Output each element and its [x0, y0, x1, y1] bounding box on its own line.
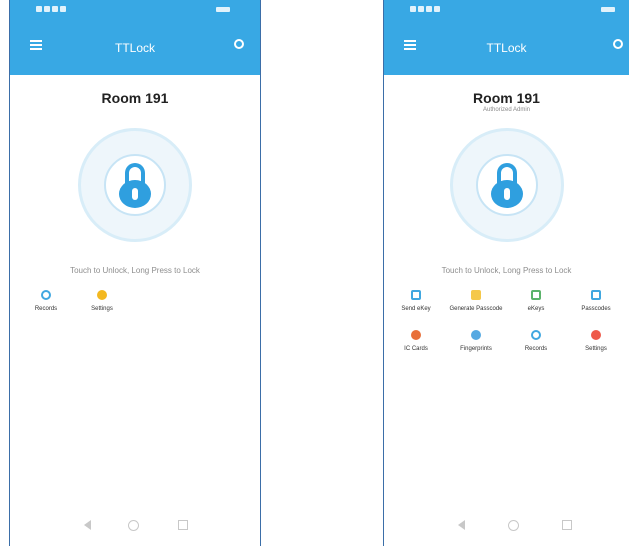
generate-passcode-button[interactable]: Generate Passcode [446, 290, 506, 330]
settings-icon [591, 330, 601, 340]
battery-icon [216, 7, 230, 12]
fingerprints-button[interactable]: Fingerprints [446, 330, 506, 370]
fingerprints-label: Fingerprints [460, 346, 492, 352]
back-icon[interactable] [84, 520, 91, 530]
passcodes-icon [591, 290, 601, 300]
gear-icon[interactable] [234, 39, 244, 49]
passcodes-button[interactable]: Passcodes [566, 290, 626, 330]
battery-icon [601, 7, 615, 12]
passcodes-label: Passcodes [581, 306, 611, 312]
keyhole-icon [132, 188, 138, 200]
ic-cards-button[interactable]: IC Cards [386, 330, 446, 370]
send-ekey-label: Send eKey [401, 306, 431, 312]
app-bar: TTLock [384, 0, 629, 75]
send-ekey-icon [411, 290, 421, 300]
lock-circle [475, 154, 538, 216]
app-title: TTLock [114, 41, 155, 55]
recent-apps-icon[interactable] [178, 520, 188, 530]
role-subtitle: Authorized Admin [482, 107, 531, 113]
phone-screen-basic: TTLock Room 191 Touch to Unlock, Long Pr… [9, 0, 261, 546]
room-title: Room 191 [101, 90, 169, 106]
unlock-hint: Touch to Unlock, Long Press to Lock [441, 266, 572, 275]
unlock-hint: Touch to Unlock, Long Press to Lock [70, 266, 200, 275]
records-icon [531, 330, 541, 340]
system-nav-bar [10, 518, 260, 538]
settings-button[interactable]: Settings [566, 330, 626, 370]
records-label: Records [34, 306, 58, 312]
settings-button[interactable]: Settings [74, 290, 130, 330]
action-grid: Records Settings [18, 290, 138, 330]
settings-icon [97, 290, 107, 300]
app-bar: TTLock [10, 0, 260, 75]
gear-icon[interactable] [613, 39, 623, 49]
records-icon [41, 290, 51, 300]
settings-label: Settings [585, 346, 607, 352]
action-grid: Send eKey Generate Passcode eKeys Passco… [386, 290, 629, 370]
ekeys-button[interactable]: eKeys [506, 290, 566, 330]
ic-cards-icon [411, 330, 421, 340]
phone-screen-admin: TTLock Room 191 Authorized Admin Touch t… [383, 0, 629, 546]
unlock-button[interactable] [449, 128, 564, 242]
home-icon[interactable] [128, 520, 139, 531]
keyhole-icon [503, 188, 510, 200]
ekeys-label: eKeys [527, 306, 545, 312]
room-title: Room 191 [473, 90, 540, 106]
send-ekey-button[interactable]: Send eKey [386, 290, 446, 330]
generate-passcode-label: Generate Passcode [449, 306, 503, 312]
recent-apps-icon[interactable] [562, 520, 572, 530]
status-icons [410, 6, 440, 12]
back-icon[interactable] [458, 520, 465, 530]
records-button[interactable]: Records [18, 290, 74, 330]
home-icon[interactable] [508, 520, 519, 531]
unlock-button[interactable] [78, 128, 192, 242]
ekeys-icon [531, 290, 541, 300]
status-icons [36, 6, 66, 12]
system-nav-bar [384, 518, 629, 538]
fingerprints-icon [471, 330, 481, 340]
ic-cards-label: IC Cards [404, 346, 428, 352]
settings-label: Settings [91, 306, 113, 312]
lock-circle [104, 154, 166, 216]
generate-passcode-icon [471, 290, 481, 300]
records-label: Records [524, 346, 548, 352]
records-button[interactable]: Records [506, 330, 566, 370]
app-title: TTLock [486, 41, 527, 55]
